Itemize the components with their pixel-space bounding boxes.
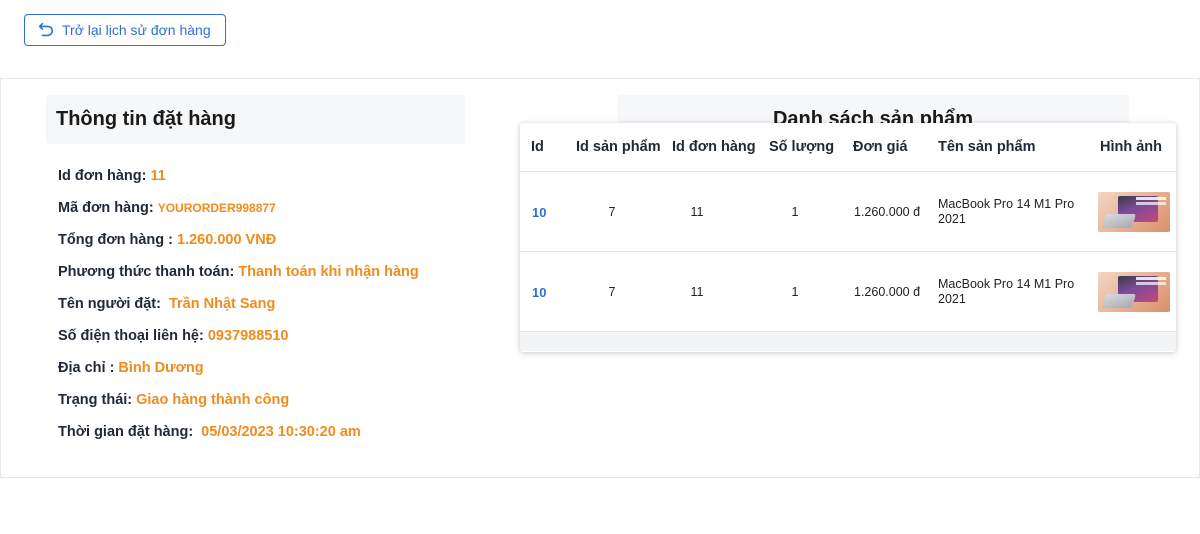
status-label: Trạng thái: — [58, 392, 133, 408]
row-product-id: 7 — [608, 285, 616, 299]
column-header-product-id[interactable]: Id sản phẩm — [576, 123, 661, 171]
row-product-name: MacBook Pro 14 M1 Pro 2021 — [938, 197, 1075, 226]
customer-name-value: Trần Nhật Sang — [168, 296, 276, 312]
customer-name-row: Tên người đặt: Trần Nhật Sang — [58, 288, 488, 320]
order-id-value: 11 — [150, 168, 166, 184]
row-price: 1.260.000 đ — [854, 285, 921, 299]
undo-arrow-icon — [37, 21, 55, 39]
order-total-row: Tổng đơn hàng : 1.260.000 VNĐ — [58, 224, 488, 256]
table-row[interactable]: 10 7 11 1 1.260.000 đ MacBook Pro 14 M1 … — [520, 171, 1176, 251]
row-image-cell — [1098, 252, 1170, 332]
macbook-thumbnail — [1098, 192, 1170, 232]
status-row: Trạng thái: Giao hàng thành công — [58, 384, 488, 416]
order-info-title: Thông tin đặt hàng — [46, 95, 465, 144]
table-footer — [520, 331, 1176, 351]
order-info-list: Id đơn hàng: 11 Mã đơn hàng: YOURORDER99… — [58, 160, 488, 448]
column-header-order-id[interactable]: Id đơn hàng — [672, 123, 756, 171]
row-product-name: MacBook Pro 14 M1 Pro 2021 — [938, 277, 1075, 306]
phone-row: Số điện thoại liên hệ: 0937988510 — [58, 320, 488, 352]
order-time-value: 05/03/2023 10:30:20 am — [201, 424, 361, 440]
row-image-cell — [1098, 172, 1170, 252]
address-row: Địa chỉ : Bình Dương — [58, 352, 488, 384]
order-code-row: Mã đơn hàng: YOURORDER998877 — [58, 192, 488, 224]
column-header-product-name[interactable]: Tên sản phẩm — [938, 123, 1036, 171]
row-order-id: 11 — [690, 205, 704, 219]
address-label: Địa chỉ : — [58, 360, 115, 376]
column-header-id[interactable]: Id — [531, 123, 544, 171]
row-quantity: 1 — [791, 285, 799, 299]
payment-method-label: Phương thức thanh toán: — [58, 264, 235, 280]
table-row[interactable]: 10 7 11 1 1.260.000 đ MacBook Pro 14 M1 … — [520, 251, 1176, 331]
row-id-link[interactable]: 10 — [532, 252, 546, 332]
row-price: 1.260.000 đ — [854, 205, 921, 219]
order-time-row: Thời gian đặt hàng: 05/03/2023 10:30:20 … — [58, 416, 488, 448]
order-code-label: Mã đơn hàng: — [58, 200, 154, 216]
column-header-image[interactable]: Hình ảnh — [1100, 123, 1162, 171]
payment-method-row: Phương thức thanh toán: Thanh toán khi n… — [58, 256, 488, 288]
order-id-label: Id đơn hàng: — [58, 168, 147, 184]
order-total-label: Tổng đơn hàng : — [58, 232, 174, 248]
row-id-link[interactable]: 10 — [532, 172, 546, 252]
order-total-value: 1.260.000 VNĐ — [177, 232, 277, 248]
phone-value: 0937988510 — [207, 328, 289, 344]
back-to-order-history-button[interactable]: Trở lại lịch sử đơn hàng — [24, 14, 226, 46]
order-id-row: Id đơn hàng: 11 — [58, 160, 488, 192]
back-button-label: Trở lại lịch sử đơn hàng — [62, 22, 211, 38]
customer-name-label: Tên người đặt: — [58, 296, 161, 312]
phone-label: Số điện thoại liên hệ: — [58, 328, 204, 344]
order-time-label: Thời gian đặt hàng: — [58, 424, 194, 440]
column-header-quantity[interactable]: Số lượng — [769, 123, 834, 171]
payment-method-value: Thanh toán khi nhận hàng — [238, 264, 419, 280]
product-table: Id Id sản phẩm Id đơn hàng Số lượng Đơn … — [520, 123, 1176, 352]
row-product-id: 7 — [608, 205, 616, 219]
macbook-thumbnail — [1098, 272, 1170, 312]
order-code-value: YOURORDER998877 — [157, 201, 276, 215]
table-header: Id Id sản phẩm Id đơn hàng Số lượng Đơn … — [520, 123, 1176, 171]
column-header-price[interactable]: Đơn giá — [853, 123, 908, 171]
status-value: Giao hàng thành công — [136, 392, 290, 408]
address-value: Bình Dương — [118, 360, 204, 376]
row-quantity: 1 — [791, 205, 799, 219]
row-order-id: 11 — [690, 285, 704, 299]
